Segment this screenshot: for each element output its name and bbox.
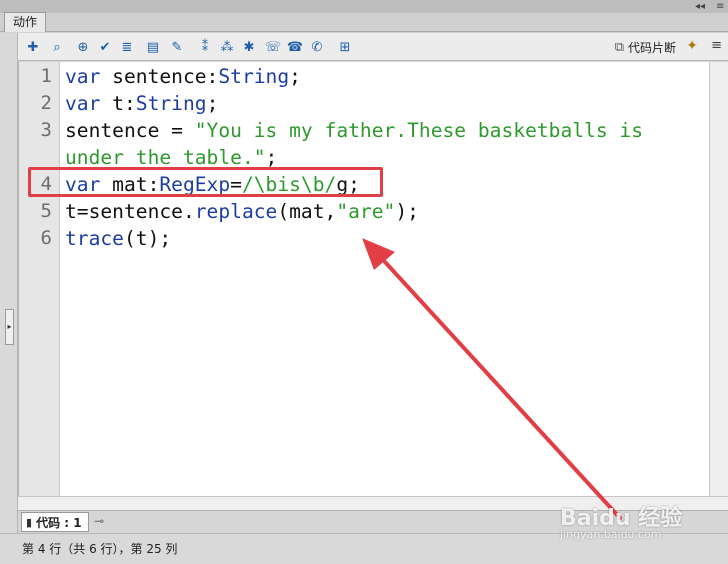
check-syntax-icon[interactable]: ✔ — [96, 38, 114, 56]
code-token: ; — [206, 92, 219, 115]
magic-wand-icon[interactable]: ✦ — [686, 38, 698, 54]
function-token: trace — [65, 227, 124, 250]
script-tab-code-1[interactable]: ▮ 代码 : 1 — [21, 512, 89, 532]
code-snippets-label: 代码片断 — [627, 41, 676, 55]
cursor-position-status: 第 4 行（共 6 行），第 25 列 — [22, 542, 178, 556]
code-snippets-button[interactable]: ⧉ 代码片断 — [615, 39, 676, 56]
remove-comment-icon[interactable]: ✆ — [308, 38, 326, 56]
add-action-icon[interactable]: ✚ — [24, 38, 42, 56]
line-number: 3 — [40, 119, 52, 141]
keyword-token: String — [218, 65, 290, 88]
auto-format-icon[interactable]: ≣ — [118, 38, 136, 56]
apply-line-comment-icon[interactable]: ☎ — [286, 38, 304, 56]
code-token: t=sentence. — [65, 200, 195, 223]
actions-panel-tab[interactable]: 动作 — [4, 12, 47, 32]
code-line[interactable]: under the table."; — [65, 146, 277, 169]
code-editor[interactable]: 1 2 3 4 5 6 var sentence:String; var t:St… — [18, 62, 709, 496]
string-token: under the table." — [65, 146, 266, 169]
keyword-token: var — [65, 65, 101, 88]
toggle-script-assist-icon[interactable]: ⊞ — [336, 38, 354, 56]
code-token: ; — [265, 146, 278, 169]
code-token: ); — [395, 200, 419, 223]
code-line[interactable]: var t:String; — [65, 92, 218, 115]
string-token: "You is my father.These basketballs is — [194, 119, 644, 142]
target-path-icon[interactable]: ⊕ — [74, 38, 92, 56]
line-number: 5 — [40, 200, 52, 222]
panel-tab-bar: 动作 ◂◂ ≡ — [0, 0, 728, 32]
panel-menu-icon[interactable]: ≡ — [716, 1, 724, 12]
code-token: sentence = — [65, 119, 195, 142]
document-icon: ▮ — [26, 515, 33, 529]
code-token: sentence: — [100, 65, 219, 88]
keyword-token: String — [135, 92, 207, 115]
left-collapse-strip: ▸ — [0, 33, 18, 564]
code-token: (mat, — [277, 200, 337, 223]
line-number: 6 — [40, 227, 52, 249]
baidu-watermark-url: jingyan.baidu.com — [560, 528, 662, 541]
toolbar-menu-icon[interactable]: ≡ — [711, 38, 722, 53]
function-token: replace — [194, 200, 278, 223]
vertical-scrollbar[interactable] — [709, 62, 728, 496]
code-token: (t); — [123, 227, 172, 250]
code-line[interactable]: var sentence:String; — [65, 65, 301, 88]
collapse-panel-icon[interactable]: ◂◂ — [695, 1, 705, 12]
string-token: "are" — [336, 200, 396, 223]
code-token: ; — [289, 65, 301, 88]
find-icon[interactable]: ⌕ — [48, 38, 66, 56]
line-number-gutter: 1 2 3 4 5 6 — [19, 62, 60, 496]
code-line[interactable]: sentence = "You is my father.These baske… — [65, 119, 643, 142]
code-line[interactable]: trace(t); — [65, 227, 171, 250]
expand-all-icon[interactable]: ✱ — [240, 38, 258, 56]
code-hint-icon[interactable]: ▤ — [144, 38, 162, 56]
actions-toolbar: ✚ ⌕ ⊕ ✔ ≣ ▤ ✎ ⁑ ⁂ ✱ ☏ ☎ ✆ ⊞ ⧉ 代码片断 ✦ ≡ — [18, 33, 728, 61]
collapse-selection-icon[interactable]: ⁂ — [218, 38, 236, 56]
debug-options-icon[interactable]: ✎ — [168, 38, 186, 56]
keyword-token: var — [65, 92, 101, 115]
pin-script-icon[interactable]: ⊸ — [94, 514, 104, 528]
expand-left-pane-button[interactable]: ▸ — [5, 309, 14, 345]
highlight-box-line-4 — [28, 167, 383, 197]
line-number: 1 — [40, 65, 52, 87]
code-snippets-icon: ⧉ — [614, 40, 624, 55]
line-number: 2 — [40, 92, 52, 114]
code-token: t: — [100, 92, 136, 115]
panel-title-strip — [0, 0, 728, 13]
apply-block-comment-icon[interactable]: ☏ — [264, 38, 282, 56]
code-line[interactable]: t=sentence.replace(mat,"are"); — [65, 200, 419, 223]
collapse-between-braces-icon[interactable]: ⁑ — [196, 38, 214, 56]
script-tab-label: 代码 : 1 — [36, 515, 82, 530]
